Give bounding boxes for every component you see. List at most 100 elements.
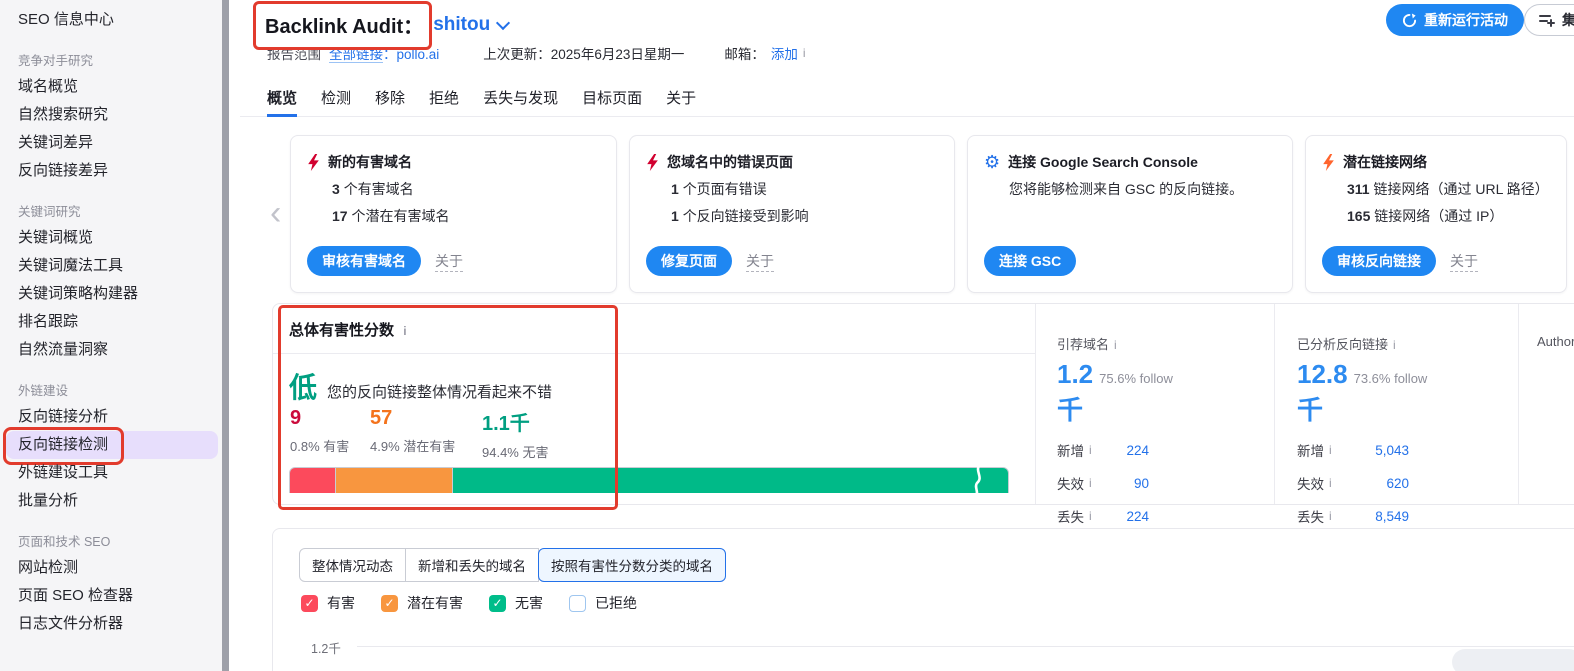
sidebar-item-bulk-analysis[interactable]: 批量分析 — [18, 487, 222, 515]
sidebar-item-domain-overview[interactable]: 域名概览 — [18, 73, 222, 101]
row-broken-value[interactable]: 90 — [1134, 476, 1149, 491]
row-new-value[interactable]: 5,043 — [1375, 443, 1409, 458]
divider — [1274, 304, 1275, 504]
sidebar-scrollbar[interactable] — [222, 0, 229, 671]
sidebar-item-site-audit[interactable]: 网站检测 — [18, 554, 222, 582]
corner-widget[interactable] — [1452, 649, 1574, 671]
sidebar-item-keyword-overview[interactable]: 关键词概览 — [18, 224, 222, 252]
tab-overview[interactable]: 概览 — [267, 84, 297, 116]
review-toxic-domains-button[interactable]: 审核有害域名 — [307, 246, 421, 276]
card-metric: 311 — [1347, 181, 1370, 197]
carousel-prev-arrow[interactable]: ‹ — [270, 196, 281, 230]
info-icon[interactable]: i — [1329, 509, 1332, 523]
toxicity-info-icon[interactable]: i — [403, 324, 406, 338]
segment-domains-by-toxicity[interactable]: 按照有害性分数分类的域名 — [538, 548, 726, 582]
bar-segment-toxic[interactable] — [289, 467, 336, 493]
divider — [273, 353, 1035, 354]
sidebar-item-keyword-magic-tool[interactable]: 关键词魔法工具 — [18, 252, 222, 280]
about-link[interactable]: 关于 — [435, 251, 463, 272]
card-metric: 3 — [332, 181, 340, 197]
stat-non-toxic-pct: 94.4% 无害 — [482, 442, 548, 461]
connect-gsc-button[interactable]: 连接 GSC — [984, 246, 1076, 276]
email-add-link[interactable]: 添加 — [771, 43, 798, 63]
integrations-button[interactable]: 集成 — [1524, 4, 1574, 36]
tab-disavow[interactable]: 拒绝 — [429, 84, 459, 116]
sidebar-section-keyword-research: 关键词研究 — [18, 200, 222, 224]
row-broken: 失效i620 — [1297, 473, 1409, 493]
main-content: Backlink Audit： shitou 报告范围 全部链接：pollo.a… — [240, 0, 1574, 671]
tab-audit[interactable]: 检测 — [321, 84, 351, 116]
project-selector[interactable]: shitou — [433, 14, 508, 36]
review-backlinks-button[interactable]: 审核反向链接 — [1322, 246, 1436, 276]
row-lost-value[interactable]: 224 — [1126, 509, 1149, 524]
divider — [1035, 304, 1036, 504]
fix-pages-button[interactable]: 修复页面 — [646, 246, 732, 276]
about-link[interactable]: 关于 — [746, 251, 774, 272]
row-new: 新增i224 — [1057, 440, 1149, 460]
refresh-icon — [1402, 13, 1417, 28]
tab-lost-found[interactable]: 丢失与发现 — [483, 84, 558, 116]
analyzed-backlinks-title: 已分析反向链接 — [1297, 337, 1388, 352]
email-info-icon[interactable]: i — [803, 46, 806, 60]
info-icon[interactable]: i — [1089, 443, 1092, 457]
card-connect-gsc: ⚙ 连接 Google Search Console 您将能够检测来自 GSC … — [967, 135, 1293, 293]
toxicity-bar — [289, 467, 1009, 493]
legend-toxic[interactable]: ✓ 有害 — [301, 593, 355, 613]
sidebar-item-link-building-tool[interactable]: 外链建设工具 — [18, 459, 222, 487]
sidebar-item-keyword-strategy-builder[interactable]: 关键词策略构建器 — [18, 280, 222, 308]
sidebar-item-onpage-seo-checker[interactable]: 页面 SEO 检查器 — [18, 582, 222, 610]
legend-non-toxic[interactable]: ✓ 无害 — [489, 593, 543, 613]
referring-domains-column: 引荐域名i 1.2千75.6% follow 新增i224 失效i90 丢失i2… — [1057, 334, 1149, 526]
sidebar-item-keyword-gap[interactable]: 关键词差异 — [18, 129, 222, 157]
lightning-icon — [307, 154, 320, 171]
sidebar-section-onpage-tech-seo: 页面和技术 SEO — [18, 530, 222, 554]
sidebar-item-position-tracking[interactable]: 排名跟踪 — [18, 308, 222, 336]
segment-overall-progress[interactable]: 整体情况动态 — [299, 548, 406, 582]
info-icon[interactable]: i — [1329, 443, 1332, 457]
tab-about[interactable]: 关于 — [666, 84, 696, 116]
last-updated: 上次更新：2025年6月23日星期一 — [483, 43, 684, 63]
analyzed-backlinks-info-icon[interactable]: i — [1393, 338, 1396, 352]
info-icon[interactable]: i — [1329, 476, 1332, 490]
about-link[interactable]: 关于 — [1450, 251, 1478, 272]
row-broken-value[interactable]: 620 — [1386, 476, 1409, 491]
referring-domains-info-icon[interactable]: i — [1114, 338, 1117, 352]
tab-target-pages[interactable]: 目标页面 — [582, 84, 642, 116]
sidebar-item-backlink-gap[interactable]: 反向链接差异 — [18, 157, 222, 185]
bar-segment-potentially-toxic[interactable] — [335, 467, 452, 493]
checkbox-checked-icon[interactable]: ✓ — [489, 595, 506, 612]
legend-disavowed[interactable]: 已拒绝 — [569, 593, 637, 613]
checkbox-checked-icon[interactable]: ✓ — [381, 595, 398, 612]
sidebar-item-seo-dashboard[interactable]: SEO 信息中心 — [18, 6, 222, 34]
stat-toxic: 9 0.8% 有害 — [290, 407, 349, 455]
authority-score-column: Authority Score — [1537, 334, 1574, 349]
lightning-icon — [646, 154, 659, 171]
row-new-value[interactable]: 224 — [1126, 443, 1149, 458]
tab-remove[interactable]: 移除 — [375, 84, 405, 116]
sidebar: SEO 信息中心 竞争对手研究 域名概览 自然搜索研究 关键词差异 反向链接差异… — [0, 0, 222, 671]
sidebar-item-organic-research[interactable]: 自然搜索研究 — [18, 101, 222, 129]
backlink-audit-page: SEO 信息中心 竞争对手研究 域名概览 自然搜索研究 关键词差异 反向链接差异… — [0, 0, 1574, 671]
row-lost: 丢失i8,549 — [1297, 506, 1409, 526]
sidebar-item-organic-traffic-insights[interactable]: 自然流量洞察 — [18, 336, 222, 364]
info-icon[interactable]: i — [1089, 476, 1092, 490]
row-lost-value[interactable]: 8,549 — [1375, 509, 1409, 524]
stat-toxic-value: 9 — [290, 407, 349, 430]
checkbox-checked-icon[interactable]: ✓ — [301, 595, 318, 612]
card-metric: 1 — [671, 208, 679, 224]
checkbox-unchecked-icon[interactable] — [569, 595, 586, 612]
sidebar-item-log-file-analyzer[interactable]: 日志文件分析器 — [18, 610, 222, 638]
info-icon[interactable]: i — [1089, 509, 1092, 523]
scope-link[interactable]: 全部链接：pollo.ai — [329, 43, 439, 63]
lightning-icon — [1322, 154, 1335, 171]
legend-potentially-toxic[interactable]: ✓ 潜在有害 — [381, 593, 463, 613]
rerun-campaign-button[interactable]: 重新运行活动 — [1386, 4, 1524, 36]
bar-segment-non-toxic[interactable] — [452, 467, 1009, 493]
stat-non-toxic-value: 1.1千 — [482, 407, 548, 436]
card-broken-pages: 您域名中的错误页面 1 个页面有错误 1 个反向链接受到影响 修复页面 关于 — [629, 135, 955, 293]
referring-domains-follow: 75.6% follow — [1099, 371, 1173, 386]
sidebar-item-backlink-analytics[interactable]: 反向链接分析 — [18, 403, 222, 431]
segment-new-lost-domains[interactable]: 新增和丢失的域名 — [405, 548, 539, 582]
sidebar-item-backlink-audit[interactable]: 反向链接检测 — [6, 431, 218, 459]
card-metric: 165 — [1347, 208, 1370, 224]
